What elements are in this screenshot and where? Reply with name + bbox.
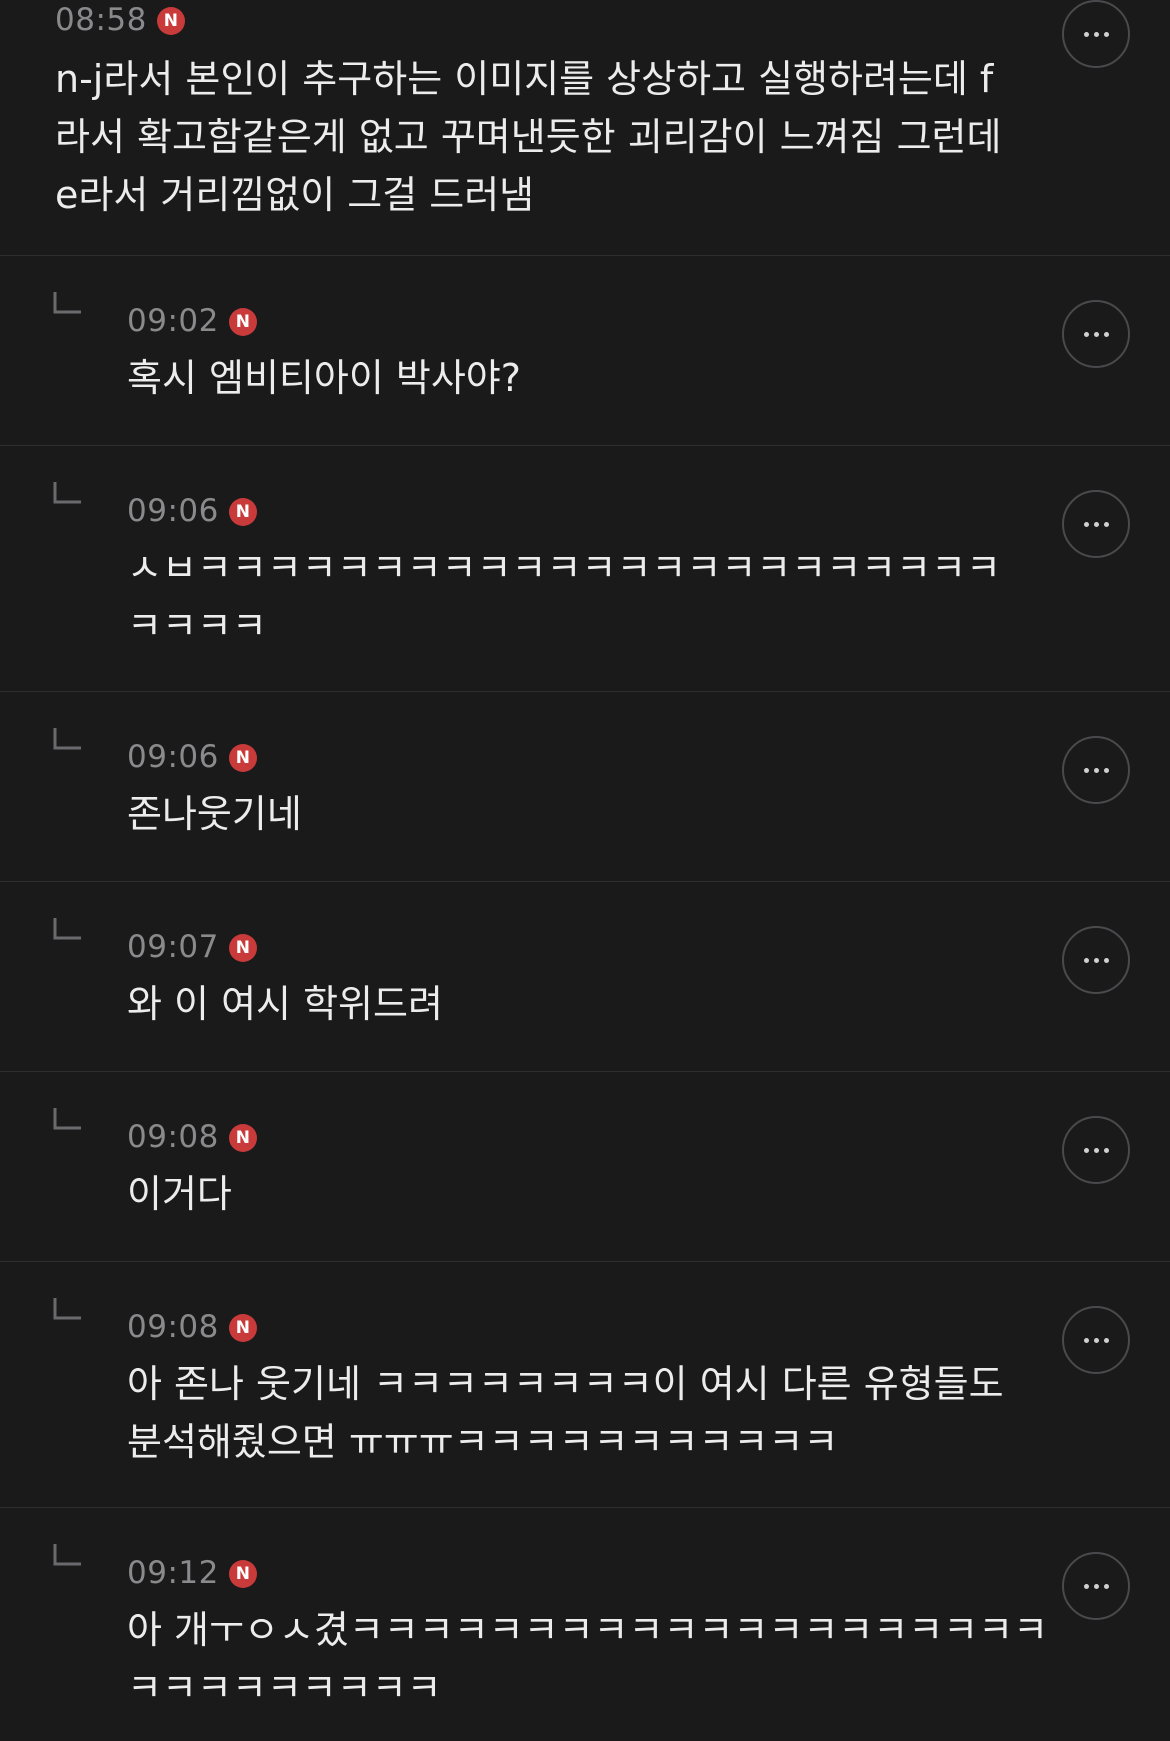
new-badge: N	[228, 308, 257, 336]
reply-arrow-icon	[53, 1544, 81, 1566]
more-options-button[interactable]	[1062, 490, 1130, 558]
comment-line: e라서 거리낌없이 그걸 드러냄	[55, 173, 535, 217]
comment-time: 08:58	[55, 2, 147, 38]
more-options-button[interactable]	[1062, 300, 1130, 368]
comment-text: ㅅㅂㅋㅋㅋㅋㅋㅋㅋㅋㅋㅋㅋㅋㅋㅋㅋㅋㅋㅋㅋㅋㅋㅋㅋ ㅋㅋㅋㅋ	[127, 539, 1001, 655]
comment-meta: 09:06 N	[127, 737, 257, 777]
reply-item: 09:06 N 존나웃기네	[0, 692, 1170, 882]
comment-line: ㅅㅂㅋㅋㅋㅋㅋㅋㅋㅋㅋㅋㅋㅋㅋㅋㅋㅋㅋㅋㅋㅋㅋㅋㅋ	[127, 546, 1002, 590]
more-options-button[interactable]	[1062, 1306, 1130, 1374]
more-options-button[interactable]	[1062, 1116, 1130, 1184]
comment-meta: 09:08 N	[127, 1117, 257, 1157]
reply-item: 09:06 N ㅅㅂㅋㅋㅋㅋㅋㅋㅋㅋㅋㅋㅋㅋㅋㅋㅋㅋㅋㅋㅋㅋㅋㅋㅋ ㅋㅋㅋㅋ	[0, 446, 1170, 692]
reply-arrow-icon	[53, 482, 81, 504]
comment-line: 존나웃기네	[127, 792, 302, 836]
comment-meta: 09:08 N	[127, 1307, 257, 1347]
comment-time: 09:12	[127, 1555, 219, 1591]
more-options-icon	[1083, 31, 1109, 37]
more-options-icon	[1083, 1583, 1109, 1589]
reply-arrow-icon	[53, 918, 81, 940]
new-badge: N	[228, 1314, 257, 1342]
comment-meta: 09:02 N	[127, 301, 257, 341]
comment-text: 아 개ㅜㅇㅅ겼ㅋㅋㅋㅋㅋㅋㅋㅋㅋㅋㅋㅋㅋㅋㅋㅋㅋㅋㅋㅋ ㅋㅋㅋㅋㅋㅋㅋㅋㅋ	[127, 1601, 1048, 1717]
more-options-icon	[1083, 331, 1109, 337]
comment-line: 아 존나 웃기네 ㅋㅋㅋㅋㅋㅋㅋㅋ이 여시 다른 유형들도	[127, 1362, 1004, 1406]
comment-text: 이거다	[127, 1165, 232, 1223]
more-options-button[interactable]	[1062, 1552, 1130, 1620]
more-options-button[interactable]	[1062, 0, 1130, 68]
comment-meta: 09:12 N	[127, 1553, 257, 1593]
comment-time: 09:06	[127, 739, 219, 775]
more-options-icon	[1083, 1337, 1109, 1343]
more-options-icon	[1083, 957, 1109, 963]
comment-time: 09:07	[127, 929, 219, 965]
comment-line: 이거다	[127, 1172, 232, 1216]
comment-line: 아 개ㅜㅇㅅ겼ㅋㅋㅋㅋㅋㅋㅋㅋㅋㅋㅋㅋㅋㅋㅋㅋㅋㅋㅋㅋ	[127, 1608, 1049, 1652]
comment-time: 09:02	[127, 303, 219, 339]
comment-line: 와 이 여시 학위드려	[127, 982, 443, 1026]
comment-line: n-j라서 본인이 추구하는 이미지를 상상하고 실행하려는데 f	[55, 57, 994, 101]
more-options-icon	[1083, 1147, 1109, 1153]
comment-item: 08:58 N n-j라서 본인이 추구하는 이미지를 상상하고 실행하려는데 …	[0, 0, 1170, 256]
comment-text: 혹시 엠비티아이 박사야?	[127, 349, 521, 407]
more-options-button[interactable]	[1062, 926, 1130, 994]
new-badge: N	[228, 498, 257, 526]
comment-line: 혹시 엠비티아이 박사야?	[127, 356, 521, 400]
more-options-icon	[1083, 521, 1109, 527]
reply-arrow-icon	[53, 292, 81, 314]
comment-line: ㅋㅋㅋㅋㅋㅋㅋㅋㅋ	[127, 1666, 442, 1710]
comment-time: 09:06	[127, 493, 219, 529]
comment-meta: 08:58 N	[55, 0, 185, 40]
reply-arrow-icon	[53, 1108, 81, 1130]
comment-time: 09:08	[127, 1309, 219, 1345]
reply-item: 09:08 N 아 존나 웃기네 ㅋㅋㅋㅋㅋㅋㅋㅋ이 여시 다른 유형들도 분석…	[0, 1262, 1170, 1508]
new-badge: N	[228, 934, 257, 962]
comment-text: 와 이 여시 학위드려	[127, 975, 443, 1033]
comment-text: n-j라서 본인이 추구하는 이미지를 상상하고 실행하려는데 f 라서 확고함…	[55, 50, 1001, 224]
new-badge: N	[156, 7, 185, 35]
reply-item: 09:07 N 와 이 여시 학위드려	[0, 882, 1170, 1072]
reply-item: 09:12 N 아 개ㅜㅇㅅ겼ㅋㅋㅋㅋㅋㅋㅋㅋㅋㅋㅋㅋㅋㅋㅋㅋㅋㅋㅋㅋ ㅋㅋㅋㅋ…	[0, 1508, 1170, 1741]
comment-line: ㅋㅋㅋㅋ	[127, 604, 267, 648]
reply-arrow-icon	[53, 1298, 81, 1320]
new-badge: N	[228, 744, 257, 772]
comment-line: 분석해줬으면 ㅠㅠㅠㅋㅋㅋㅋㅋㅋㅋㅋㅋㅋㅋ	[127, 1420, 839, 1464]
more-options-button[interactable]	[1062, 736, 1130, 804]
comment-text: 존나웃기네	[127, 785, 302, 843]
more-options-icon	[1083, 767, 1109, 773]
new-badge: N	[228, 1560, 257, 1588]
comment-time: 09:08	[127, 1119, 219, 1155]
reply-arrow-icon	[53, 728, 81, 750]
reply-item: 09:02 N 혹시 엠비티아이 박사야?	[0, 256, 1170, 446]
reply-item: 09:08 N 이거다	[0, 1072, 1170, 1262]
new-badge: N	[228, 1124, 257, 1152]
comment-line: 라서 확고함같은게 없고 꾸며낸듯한 괴리감이 느껴짐 그런데	[55, 115, 1002, 159]
comment-text: 아 존나 웃기네 ㅋㅋㅋㅋㅋㅋㅋㅋ이 여시 다른 유형들도 분석해줬으면 ㅠㅠㅠ…	[127, 1355, 1004, 1471]
comment-meta: 09:06 N	[127, 491, 257, 531]
comment-meta: 09:07 N	[127, 927, 257, 967]
